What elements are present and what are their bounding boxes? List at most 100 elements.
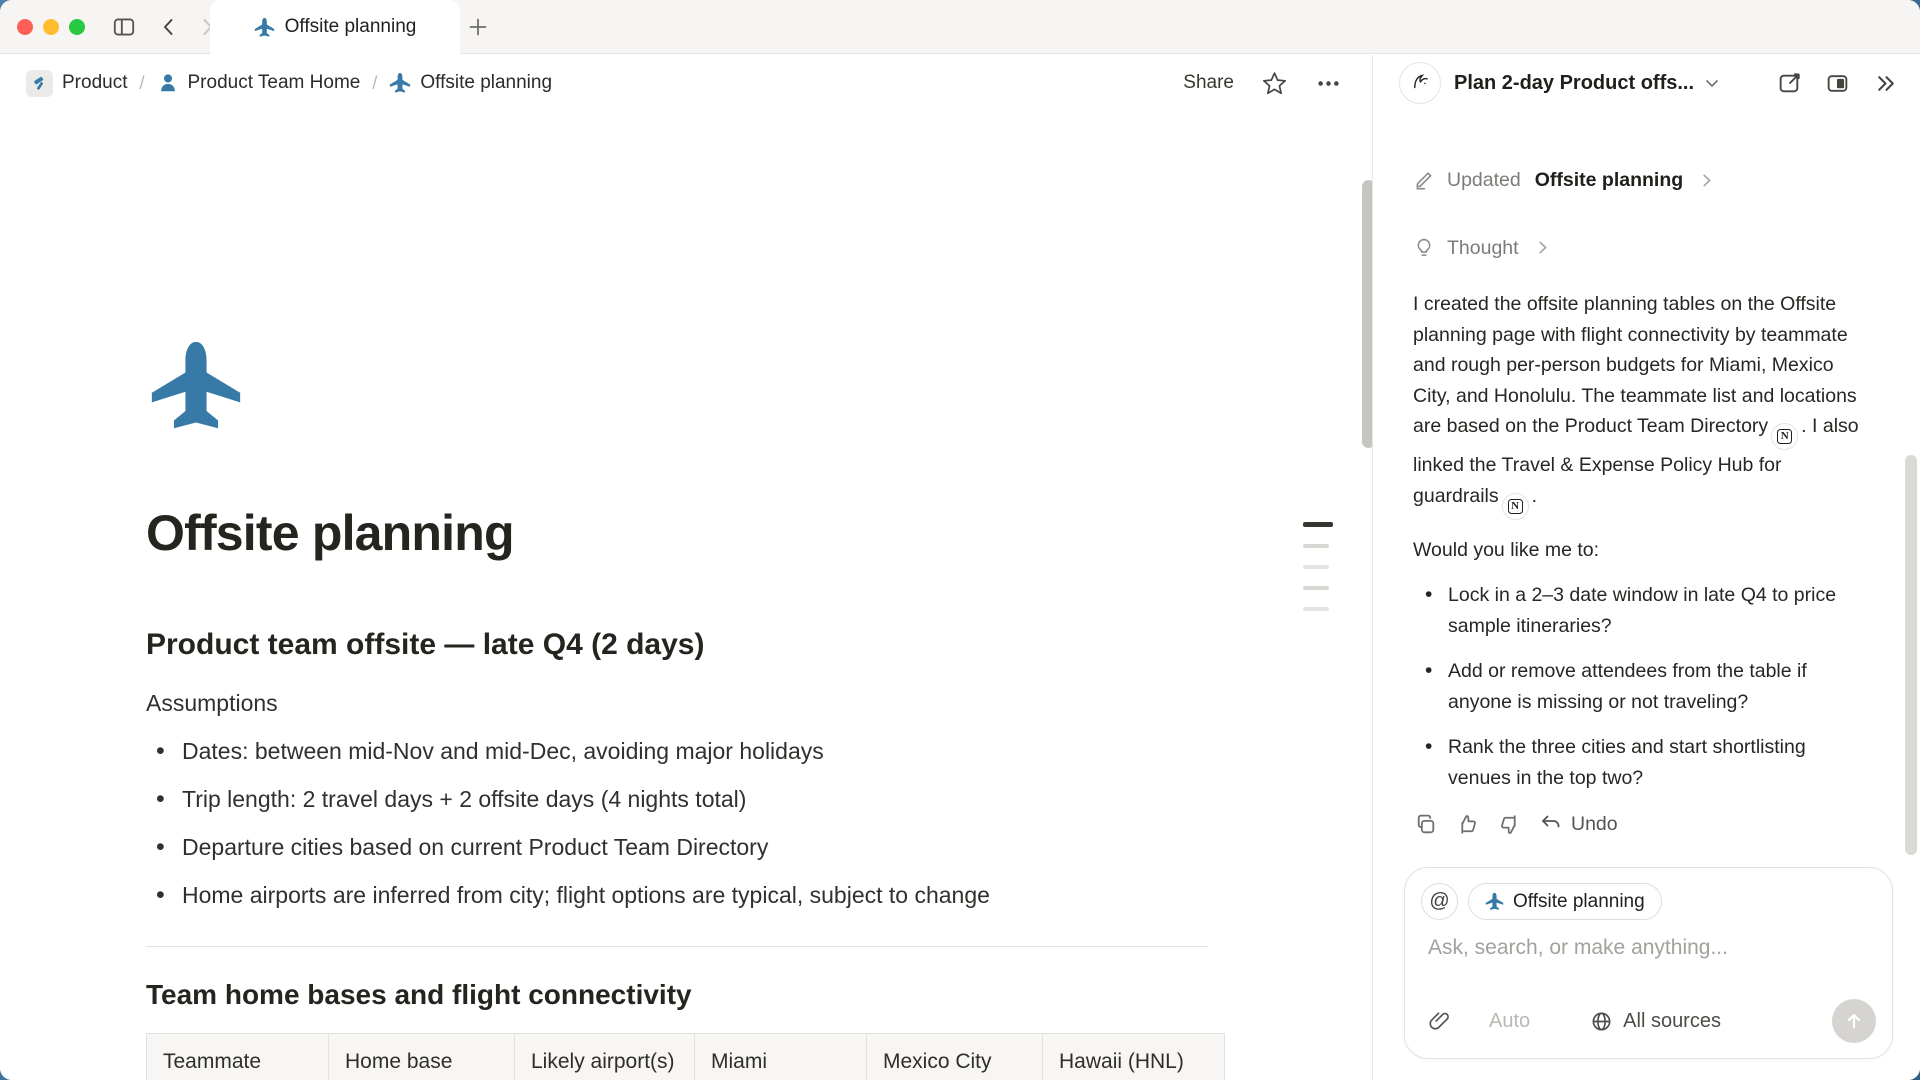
breadcrumb-separator: / xyxy=(139,73,144,94)
section-heading: Product team offsite — late Q4 (2 days) xyxy=(146,626,1240,664)
thought-label: Thought xyxy=(1447,233,1519,264)
tab-title: Offsite planning xyxy=(285,16,417,38)
column-header: Miami (MIA/FLL) xyxy=(695,1034,867,1080)
document-actions: Share xyxy=(1183,70,1352,97)
new-tab-button[interactable] xyxy=(462,0,494,53)
breadcrumb-item-offsite-planning[interactable]: Offsite planning xyxy=(389,72,552,94)
pencil-icon xyxy=(1413,169,1435,191)
ai-panel: Plan 2-day Product offs... xyxy=(1372,55,1920,1080)
toc-bar[interactable] xyxy=(1303,544,1329,548)
toc-bar[interactable] xyxy=(1303,586,1329,590)
ai-conversation: Updated Offsite planning Thought xyxy=(1373,165,1920,840)
thumbs-down-icon[interactable] xyxy=(1497,812,1522,837)
thought-event-row[interactable]: Thought xyxy=(1413,233,1868,264)
breadcrumb-item-product[interactable]: Product xyxy=(26,70,127,97)
breadcrumb-item-product-team-home[interactable]: Product Team Home xyxy=(157,72,361,94)
table-of-contents-indicator[interactable] xyxy=(1303,522,1333,628)
suggestion-item: Rank the three cities and start shortlis… xyxy=(1413,732,1868,793)
composer-toolbar: Auto All sources xyxy=(1428,999,1876,1043)
attachment-icon[interactable] xyxy=(1428,1010,1451,1033)
breadcrumb: Product / Product Team Home / xyxy=(26,70,552,97)
ai-message: I created the offsite planning tables on… xyxy=(1413,289,1868,520)
notion-page-badge-icon[interactable]: N xyxy=(1771,423,1798,450)
ai-suggestions-list: Lock in a 2–3 date window in late Q4 to … xyxy=(1413,580,1868,793)
message-text: . xyxy=(1532,485,1537,507)
composer-context-row: @ Offsite planning xyxy=(1421,883,1892,920)
suggestion-item: Add or remove attendees from the table i… xyxy=(1413,656,1868,717)
all-sources-button[interactable]: All sources xyxy=(1590,1010,1721,1033)
airplane-icon xyxy=(389,72,411,94)
member-icon xyxy=(157,72,179,94)
toc-bar[interactable] xyxy=(1303,607,1329,611)
undo-icon xyxy=(1539,812,1563,836)
ai-thread-title[interactable]: Plan 2-day Product offs... xyxy=(1454,72,1694,95)
ai-response-actions: Undo xyxy=(1413,809,1868,840)
traffic-lights xyxy=(17,19,85,35)
new-chat-icon[interactable] xyxy=(1777,71,1802,96)
table-header-row: Teammate Home base Likely airport(s) Mia… xyxy=(147,1034,1225,1080)
context-chip-offsite-planning[interactable]: Offsite planning xyxy=(1468,883,1662,920)
ai-panel-header: Plan 2-day Product offs... xyxy=(1373,55,1920,111)
toc-bar-active[interactable] xyxy=(1303,522,1333,527)
column-header: Mexico City (MEX) xyxy=(867,1034,1043,1080)
breadcrumb-separator: / xyxy=(372,73,377,94)
list-item: Trip length: 2 travel days + 2 offsite d… xyxy=(146,784,1240,814)
airplane-icon xyxy=(254,17,275,38)
connectivity-table: Teammate Home base Likely airport(s) Mia… xyxy=(146,1033,1225,1080)
chevron-right-icon xyxy=(1533,238,1552,257)
favorite-star-icon[interactable] xyxy=(1261,70,1288,97)
auto-mode-button[interactable]: Auto xyxy=(1489,1010,1530,1033)
ai-composer[interactable]: @ Offsite planning Ask, search, or make … xyxy=(1404,867,1893,1059)
assumptions-list: Dates: between mid-Nov and mid-Dec, avoi… xyxy=(146,736,1240,910)
minimize-window-button[interactable] xyxy=(43,19,59,35)
list-item: Dates: between mid-Nov and mid-Dec, avoi… xyxy=(146,736,1240,766)
undo-button[interactable]: Undo xyxy=(1539,809,1618,840)
app-window: Offsite planning Product / xyxy=(0,0,1920,1080)
toc-bar[interactable] xyxy=(1303,565,1329,569)
document-header: Product / Product Team Home / xyxy=(0,55,1372,111)
tab-bar: Offsite planning xyxy=(0,0,1920,54)
send-button[interactable] xyxy=(1832,999,1876,1043)
all-sources-label: All sources xyxy=(1623,1010,1721,1033)
airplane-icon xyxy=(1485,892,1504,911)
mention-button[interactable]: @ xyxy=(1421,883,1458,920)
breadcrumb-label: Product Team Home xyxy=(188,72,361,94)
lightbulb-icon xyxy=(1413,237,1435,259)
section-heading-connectivity: Team home bases and flight connectivity xyxy=(146,977,1240,1013)
updated-event-row[interactable]: Updated Offsite planning xyxy=(1413,165,1868,196)
sidebar-toggle-icon[interactable] xyxy=(111,14,137,40)
notion-page-badge-icon[interactable]: N xyxy=(1502,493,1529,520)
breadcrumb-label: Product xyxy=(62,72,127,94)
tab-offsite-planning[interactable]: Offsite planning xyxy=(210,0,460,54)
assumptions-label: Assumptions xyxy=(146,688,1240,718)
arrow-up-icon xyxy=(1843,1010,1865,1032)
panel-layout-icon[interactable] xyxy=(1825,71,1850,96)
column-header: Likely airport(s) xyxy=(515,1034,695,1080)
divider xyxy=(146,946,1208,947)
context-chip-label: Offsite planning xyxy=(1513,891,1645,913)
zoom-window-button[interactable] xyxy=(69,19,85,35)
page-airplane-icon[interactable] xyxy=(146,338,246,434)
back-icon[interactable] xyxy=(157,15,181,39)
column-header: Teammate xyxy=(147,1034,329,1080)
column-header: Hawaii (HNL) xyxy=(1043,1034,1225,1080)
share-button[interactable]: Share xyxy=(1183,72,1234,94)
copy-icon[interactable] xyxy=(1413,812,1438,837)
document-column: Product / Product Team Home / xyxy=(0,55,1372,1080)
close-window-button[interactable] xyxy=(17,19,33,35)
column-header: Home base xyxy=(329,1034,515,1080)
updated-page-link[interactable]: Offsite planning xyxy=(1535,165,1683,196)
message-text: I created the offsite planning tables on… xyxy=(1413,293,1857,437)
thumbs-up-icon[interactable] xyxy=(1455,812,1480,837)
undo-label: Undo xyxy=(1571,809,1618,840)
hammer-icon xyxy=(26,70,53,97)
chevron-right-icon xyxy=(1697,171,1716,190)
ai-question: Would you like me to: xyxy=(1413,535,1868,566)
ai-face-icon xyxy=(1399,62,1441,104)
chevron-down-icon[interactable] xyxy=(1702,73,1722,93)
collapse-panel-icon[interactable] xyxy=(1873,71,1898,96)
composer-input[interactable]: Ask, search, or make anything... xyxy=(1428,936,1892,960)
page-title: Offsite planning xyxy=(146,504,1240,562)
more-options-icon[interactable] xyxy=(1315,70,1342,97)
ai-panel-scrollbar[interactable] xyxy=(1905,455,1917,855)
